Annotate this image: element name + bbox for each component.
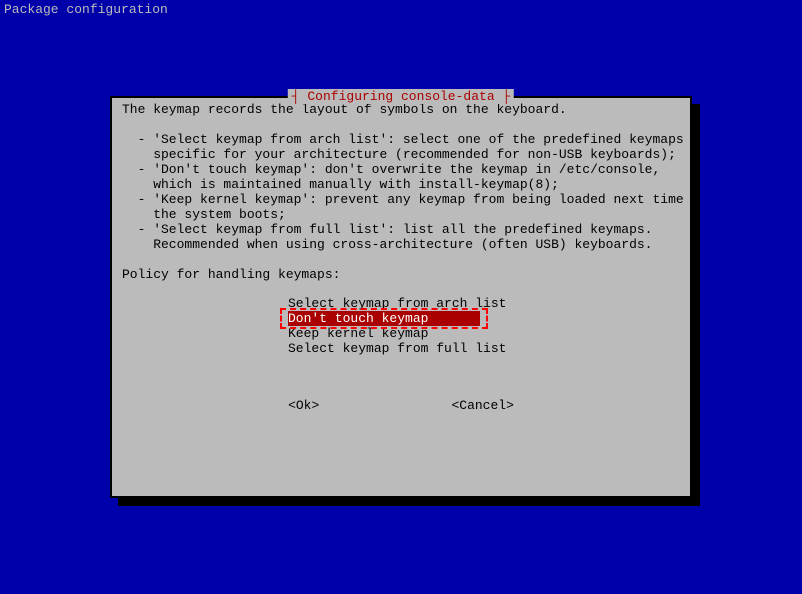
dialog-description: The keymap records the layout of symbols… <box>122 102 680 282</box>
ok-button[interactable]: <Ok> <box>288 398 319 413</box>
dialog-buttons: <Ok> <Cancel> <box>122 398 680 413</box>
options-list: Select keymap from arch list Don't touch… <box>288 296 680 356</box>
config-dialog: ┤ Configuring console-data ├ The keymap … <box>110 96 692 498</box>
option-select-arch-list[interactable]: Select keymap from arch list <box>288 296 506 311</box>
dialog-content: The keymap records the layout of symbols… <box>112 98 690 417</box>
option-dont-touch-keymap[interactable]: Don't touch keymap <box>288 311 480 326</box>
option-keep-kernel-keymap[interactable]: Keep kernel keymap <box>288 326 428 341</box>
page-header: Package configuration <box>0 0 802 19</box>
option-select-full-list[interactable]: Select keymap from full list <box>288 341 506 356</box>
cancel-button[interactable]: <Cancel> <box>451 398 513 413</box>
dialog-title: ┤ Configuring console-data ├ <box>288 89 514 104</box>
